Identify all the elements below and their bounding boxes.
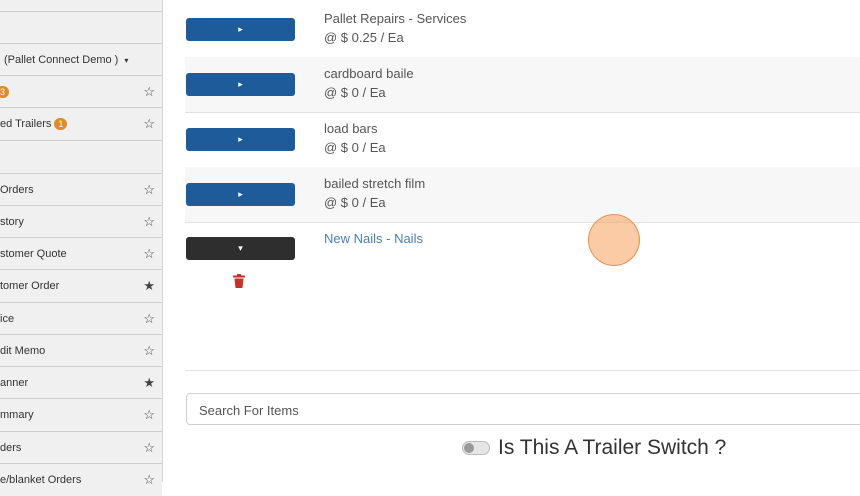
company-selector[interactable]: (Pallet Connect Demo ) ▾ xyxy=(0,44,162,76)
item-price: @ $ 0 / Ea xyxy=(324,140,386,155)
sidebar-item-trailers[interactable]: ed Trailers1 ☆ xyxy=(0,108,162,141)
sidebar-item-label: story xyxy=(0,216,24,228)
star-outline-icon[interactable]: ☆ xyxy=(143,407,155,423)
sidebar-item-planner[interactable]: anner ★ xyxy=(0,367,162,399)
list-item: ▸ load bars @ $ 0 / Ea xyxy=(185,112,860,168)
trash-icon[interactable] xyxy=(233,274,245,288)
sidebar-item-summary[interactable]: mmary ☆ xyxy=(0,399,162,432)
sidebar-section-toggle[interactable]: ▾ xyxy=(0,141,162,174)
search-input[interactable] xyxy=(187,394,860,426)
toggle-knob xyxy=(464,443,474,453)
sidebar-item-label: tomer Order xyxy=(0,280,59,292)
company-name: (Pallet Connect Demo ) xyxy=(4,54,118,66)
sidebar-row-placeholder xyxy=(0,12,162,44)
sidebar-item-label: Orders xyxy=(0,184,34,196)
sidebar: (Pallet Connect Demo ) ▾ 3 ☆ ed Trailers1… xyxy=(0,0,163,482)
star-outline-icon[interactable]: ☆ xyxy=(143,440,155,456)
count-badge: 1 xyxy=(54,118,67,130)
sidebar-item-label: anner xyxy=(0,377,28,389)
item-price: @ $ 0 / Ea xyxy=(324,195,386,210)
search-field[interactable] xyxy=(186,393,860,425)
trailer-switch[interactable]: Is This A Trailer Switch ? xyxy=(462,436,726,460)
expand-item-button[interactable]: ▸ xyxy=(186,183,295,206)
trailer-switch-toggle[interactable] xyxy=(462,441,490,455)
item-name: bailed stretch film xyxy=(324,176,425,191)
star-outline-icon[interactable]: ☆ xyxy=(143,84,155,100)
collapse-item-button[interactable]: ▾ xyxy=(186,237,295,260)
sidebar-item-customer-quote[interactable]: stomer Quote ☆ xyxy=(0,238,162,270)
item-name: Pallet Repairs - Services xyxy=(324,11,466,26)
list-item: ▸ cardboard baile @ $ 0 / Ea xyxy=(185,57,860,113)
star-filled-icon[interactable]: ★ xyxy=(143,375,155,391)
sidebar-item-label: mmary xyxy=(0,409,34,421)
item-name: cardboard baile xyxy=(324,66,414,81)
trailer-switch-label: Is This A Trailer Switch ? xyxy=(498,436,726,460)
star-outline-icon[interactable]: ☆ xyxy=(143,246,155,262)
sidebar-row-top[interactable] xyxy=(0,0,162,12)
star-outline-icon[interactable]: ☆ xyxy=(143,472,155,488)
sidebar-item-label: e/blanket Orders xyxy=(0,474,81,486)
sidebar-item-label: 3 xyxy=(0,85,9,97)
star-outline-icon[interactable]: ☆ xyxy=(143,182,155,198)
sidebar-item-invoice[interactable]: ice ☆ xyxy=(0,303,162,335)
item-name-link[interactable]: New Nails - Nails xyxy=(324,231,423,246)
sidebar-item-label: stomer Quote xyxy=(0,248,67,260)
sidebar-item-label: ed Trailers1 xyxy=(0,118,67,130)
caret-down-icon: ▾ xyxy=(124,56,128,65)
item-list-panel: ▸ Pallet Repairs - Services @ $ 0.25 / E… xyxy=(185,0,860,482)
new-list-item: ▾ New Nails - Nails xyxy=(185,225,860,371)
expand-item-button[interactable]: ▸ xyxy=(186,18,295,41)
company-selector-label: (Pallet Connect Demo ) ▾ xyxy=(4,54,128,66)
sidebar-item-label: ders xyxy=(0,442,21,454)
item-name: load bars xyxy=(324,121,377,136)
sidebar-item-customer-order[interactable]: tomer Order ★ xyxy=(0,270,162,303)
expand-item-button[interactable]: ▸ xyxy=(186,128,295,151)
sidebar-item-badge3[interactable]: 3 ☆ xyxy=(0,76,162,108)
list-item: ▸ Pallet Repairs - Services @ $ 0.25 / E… xyxy=(185,2,860,58)
sidebar-item-label: ice xyxy=(0,313,14,325)
star-filled-icon[interactable]: ★ xyxy=(143,278,155,294)
star-outline-icon[interactable]: ☆ xyxy=(143,214,155,230)
count-badge: 3 xyxy=(0,86,9,98)
click-indicator xyxy=(588,214,640,266)
sidebar-item-orders[interactable]: Orders ☆ xyxy=(0,174,162,206)
sidebar-item-credit-memo[interactable]: dit Memo ☆ xyxy=(0,335,162,367)
sidebar-item-label: dit Memo xyxy=(0,345,45,357)
sidebar-item-history[interactable]: story ☆ xyxy=(0,206,162,238)
star-outline-icon[interactable]: ☆ xyxy=(143,343,155,359)
item-price: @ $ 0 / Ea xyxy=(324,85,386,100)
sidebar-item-orders-2[interactable]: ders ☆ xyxy=(0,432,162,464)
star-outline-icon[interactable]: ☆ xyxy=(143,311,155,327)
sidebar-item-blanket-orders[interactable]: e/blanket Orders ☆ xyxy=(0,464,162,496)
list-item: ▸ bailed stretch film @ $ 0 / Ea xyxy=(185,167,860,223)
star-outline-icon[interactable]: ☆ xyxy=(143,116,155,132)
sidebar-item-text: ed Trailers xyxy=(0,118,51,130)
item-price: @ $ 0.25 / Ea xyxy=(324,30,404,45)
expand-item-button[interactable]: ▸ xyxy=(186,73,295,96)
